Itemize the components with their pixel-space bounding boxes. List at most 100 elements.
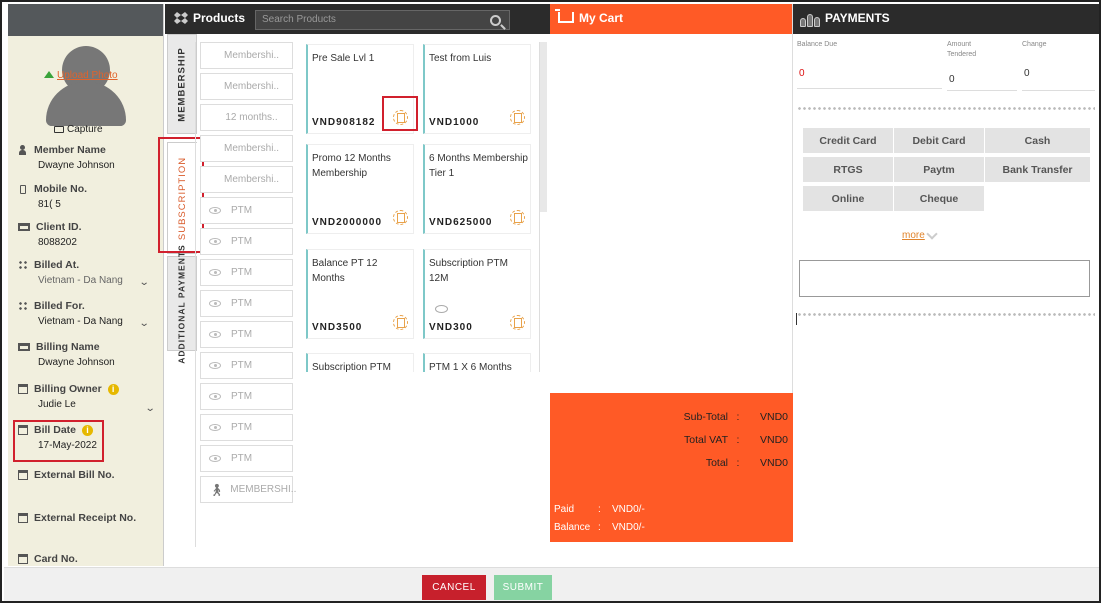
list-item[interactable]: PTM	[200, 352, 293, 379]
list-item[interactable]: PTM	[200, 445, 293, 472]
cart-title: My Cart	[579, 11, 624, 25]
product-card[interactable]: Promo 12 Months Membership VND2000000	[306, 144, 414, 234]
product-grid: Pre Sale Lvl 1 VND908182 Test from Luis …	[306, 42, 540, 372]
list-item[interactable]: Membershi..	[200, 135, 293, 162]
walking-person-icon: 🚶︎	[209, 482, 225, 497]
rtgs-button[interactable]: RTGS	[803, 157, 893, 182]
search-icon[interactable]	[490, 15, 501, 26]
product-card[interactable]: Balance PT 12 Months VND3500	[306, 249, 414, 339]
product-card[interactable]: Subscription PTM 12M VND300	[423, 249, 531, 339]
paid-row: Paid: VND0/-	[554, 504, 645, 515]
cash-button[interactable]: Cash	[985, 128, 1090, 153]
divider	[195, 42, 196, 547]
list-item[interactable]: PTM	[200, 321, 293, 348]
card-no-field[interactable]: Card No.	[18, 553, 158, 565]
grid-icon	[18, 301, 28, 311]
document-badge-icon[interactable]	[510, 110, 525, 125]
id-card-icon	[18, 223, 30, 231]
calendar-icon	[18, 554, 28, 564]
more-link[interactable]: more	[902, 230, 925, 241]
list-item[interactable]: PTM	[200, 197, 293, 224]
chevron-down-icon[interactable]: ⌄	[138, 277, 149, 288]
list-item[interactable]: PTM	[200, 383, 293, 410]
document-badge-icon[interactable]	[510, 315, 525, 330]
eye-icon	[209, 300, 221, 307]
billed-for-field[interactable]: Billed For. Vietnam - Da Nang ⌄	[18, 300, 158, 329]
product-card[interactable]: PTM 1 X 6 Months	[423, 353, 531, 372]
product-scrollbar[interactable]	[540, 42, 547, 212]
list-item[interactable]: PTM	[200, 259, 293, 286]
avatar[interactable]	[46, 46, 126, 126]
product-card[interactable]: Subscription PTM	[306, 353, 414, 372]
cancel-button[interactable]: CANCEL	[422, 575, 486, 600]
pos-window: Upload Photo Capture Member Name Dwayne …	[0, 0, 1101, 603]
debit-card-button[interactable]: Debit Card	[894, 128, 984, 153]
amount-tendered-field[interactable]: Amount Tendered 0	[947, 40, 1017, 91]
billed-at-field[interactable]: Billed At. Vietnam - Da Nang ⌄	[18, 259, 158, 288]
vat-row: Total VAT: VND0	[684, 434, 788, 446]
paytm-button[interactable]: Paytm	[894, 157, 984, 182]
payment-notes-input[interactable]	[799, 260, 1090, 297]
camera-icon	[54, 126, 64, 133]
external-bill-field[interactable]: External Bill No.	[18, 469, 158, 481]
external-receipt-field[interactable]: External Receipt No.	[18, 512, 158, 524]
eye-icon	[209, 393, 221, 400]
online-button[interactable]: Online	[803, 186, 893, 211]
photo-area: Upload Photo Capture	[8, 36, 163, 136]
chevron-down-icon[interactable]: ⌄	[138, 318, 149, 329]
text-cursor	[796, 313, 797, 325]
chevron-down-icon[interactable]	[926, 228, 938, 240]
submit-button[interactable]: SUBMIT	[494, 575, 552, 600]
product-card[interactable]: Test from Luis VND1000	[423, 44, 531, 134]
list-item[interactable]: 🚶︎ MEMBERSHI..	[200, 476, 296, 503]
products-title: Products	[193, 11, 246, 25]
billing-card-icon	[18, 343, 30, 351]
cart-icon	[555, 9, 574, 23]
badge-highlight	[382, 96, 418, 131]
grid-icon	[18, 260, 28, 270]
member-panel: Upload Photo Capture Member Name Dwayne …	[8, 4, 164, 566]
document-badge-icon[interactable]	[510, 210, 525, 225]
tab-membership[interactable]: MEMBERSHIP	[167, 34, 197, 134]
document-badge-icon[interactable]	[393, 315, 408, 330]
category-tabs: MEMBERSHIP SUBSCRIPTION ADDITIONAL PAYME…	[165, 34, 197, 546]
mobile-field: Mobile No. 81( 5	[18, 183, 158, 210]
search-input[interactable]: Search Products	[255, 10, 510, 30]
list-item[interactable]: PTM	[200, 290, 293, 317]
tab-additional-payments[interactable]: ADDITIONAL PAYMENTS	[167, 244, 197, 363]
person-icon	[18, 145, 28, 155]
eye-icon	[435, 305, 448, 313]
subscription-tab-highlight	[158, 137, 204, 253]
list-item[interactable]: Membershi..	[200, 42, 293, 69]
mobile-icon	[20, 184, 26, 194]
eye-icon	[209, 269, 221, 276]
list-item[interactable]: PTM	[200, 228, 293, 255]
list-item[interactable]: Membershi..	[200, 166, 293, 193]
cart-header: My Cart	[550, 4, 792, 34]
capture-button[interactable]: Capture	[54, 124, 103, 135]
cart-panel: My Cart Sub-Total: VND0 Total VAT: VND0 To…	[550, 4, 793, 542]
info-icon[interactable]: i	[107, 383, 119, 395]
bank-transfer-button[interactable]: Bank Transfer	[985, 157, 1090, 182]
product-list: Membershi.. Membershi.. 12 months.. Memb…	[200, 42, 296, 507]
total-row: Total: VND0	[705, 457, 788, 469]
cheque-button[interactable]: Cheque	[894, 186, 984, 211]
product-card[interactable]: 6 Months Membership Tier 1 VND625000	[423, 144, 531, 234]
list-item[interactable]: PTM	[200, 414, 293, 441]
list-item[interactable]: Membershi..	[200, 73, 293, 100]
upload-photo-link[interactable]: Upload Photo	[44, 70, 118, 81]
document-badge-icon[interactable]	[393, 210, 408, 225]
calendar-icon	[18, 384, 28, 394]
list-item[interactable]: 12 months..	[200, 104, 293, 131]
coins-icon	[800, 11, 822, 27]
billing-owner-field[interactable]: Billing Owner i Judie Le ⌄	[18, 383, 158, 414]
member-panel-topbar	[8, 4, 163, 36]
credit-card-button[interactable]: Credit Card	[803, 128, 893, 153]
cart-totals: Sub-Total: VND0 Total VAT: VND0 Total: VND0…	[550, 393, 793, 542]
eye-icon	[209, 238, 221, 245]
eye-icon	[209, 362, 221, 369]
chevron-down-icon[interactable]: ⌄	[144, 403, 155, 414]
eye-icon	[209, 331, 221, 338]
calendar-icon	[18, 513, 28, 523]
calendar-icon	[18, 470, 28, 480]
